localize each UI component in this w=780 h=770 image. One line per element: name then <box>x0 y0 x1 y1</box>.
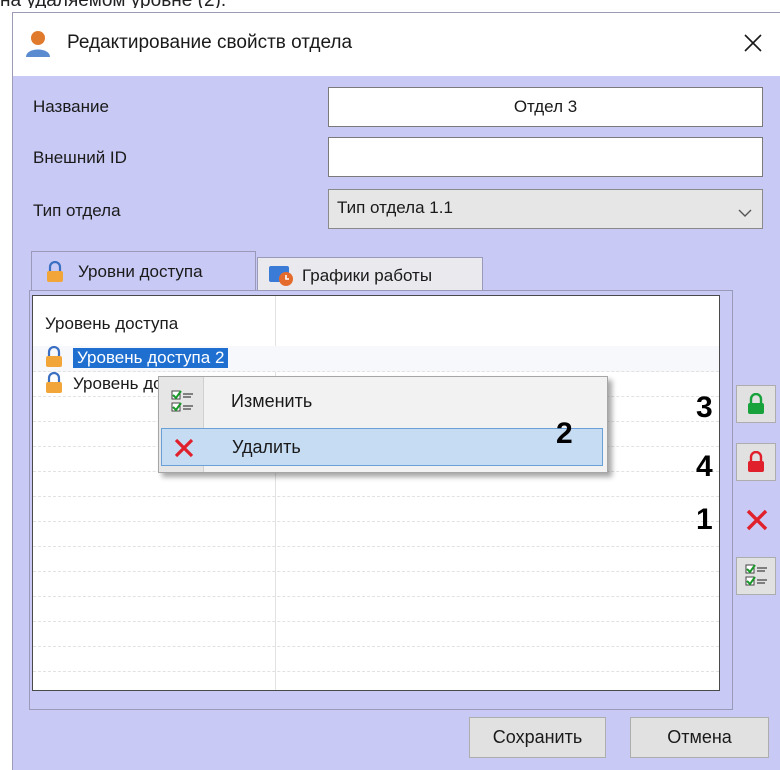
table-row <box>33 521 719 547</box>
context-menu: Изменить Удалить <box>158 376 608 473</box>
padlock-green-icon <box>748 393 764 414</box>
save-button[interactable]: Сохранить <box>469 717 606 758</box>
dept-type-select[interactable]: Тип отдела 1.1 <box>328 189 763 229</box>
table-row <box>33 571 719 597</box>
name-field-value: Отдел 3 <box>513 97 578 116</box>
name-label: Название <box>33 97 109 116</box>
menu-item-delete[interactable]: Удалить <box>161 428 603 466</box>
padlock-icon <box>45 371 63 399</box>
close-button[interactable] <box>731 23 775 63</box>
padlock-icon <box>46 260 64 288</box>
table-row <box>33 496 719 522</box>
menu-item-edit-label: Изменить <box>231 391 313 411</box>
callout-1: 1 <box>696 503 713 536</box>
tab-work-schedules-label: Графики работы <box>302 266 433 285</box>
red-x-icon <box>174 438 194 463</box>
tab-access-levels[interactable]: Уровни доступа <box>31 251 256 291</box>
dept-type-label: Тип отдела <box>33 201 121 220</box>
window-title: Редактирование свойств отдела <box>67 32 353 53</box>
callout-4: 4 <box>696 450 713 483</box>
table-row <box>33 471 719 497</box>
checklist-icon <box>171 389 195 420</box>
checklist-icon <box>745 564 767 586</box>
access-levels-grid[interactable]: Уровень доступа Уровень доступа 2 Уровен… <box>32 295 720 691</box>
cancel-button[interactable]: Отмена <box>630 717 769 758</box>
lock-button[interactable] <box>736 443 776 481</box>
external-id-field[interactable] <box>328 137 763 177</box>
column-header-label: Уровень доступа <box>45 314 179 333</box>
red-x-icon <box>746 509 768 531</box>
close-icon <box>744 34 762 52</box>
menu-item-delete-label: Удалить <box>232 437 301 457</box>
unlock-button[interactable] <box>736 385 776 423</box>
caption-fragment: на удаляемом уровне (2). <box>0 0 400 8</box>
table-row <box>33 596 719 622</box>
dept-type-value: Тип отдела 1.1 <box>337 198 453 217</box>
tab-work-schedules[interactable]: Графики работы <box>257 257 483 291</box>
table-row <box>33 621 719 647</box>
schedule-icon <box>268 263 294 292</box>
access-levels-panel: Уровень доступа Уровень доступа 2 Уровен… <box>29 290 733 710</box>
menu-item-edit[interactable]: Изменить <box>161 383 603 421</box>
chevron-down-icon <box>738 203 752 223</box>
column-header[interactable]: Уровень доступа <box>33 296 276 346</box>
callout-3: 3 <box>696 391 713 424</box>
title-bar: Редактирование свойств отдела <box>13 13 780 76</box>
callout-2: 2 <box>556 417 573 450</box>
padlock-icon <box>45 345 63 373</box>
delete-button[interactable] <box>736 501 776 539</box>
external-id-label: Внешний ID <box>33 148 127 167</box>
user-icon <box>25 30 51 58</box>
access-level-row-label[interactable]: Уровень доступа 2 <box>73 348 229 368</box>
edit-button[interactable] <box>736 557 776 595</box>
padlock-red-icon <box>748 451 764 472</box>
table-row <box>33 646 719 672</box>
tab-access-levels-label: Уровни доступа <box>78 262 203 281</box>
name-field[interactable]: Отдел 3 <box>328 87 763 127</box>
table-row <box>33 546 719 572</box>
dialog-window: Редактирование свойств отдела Название О… <box>12 12 780 770</box>
